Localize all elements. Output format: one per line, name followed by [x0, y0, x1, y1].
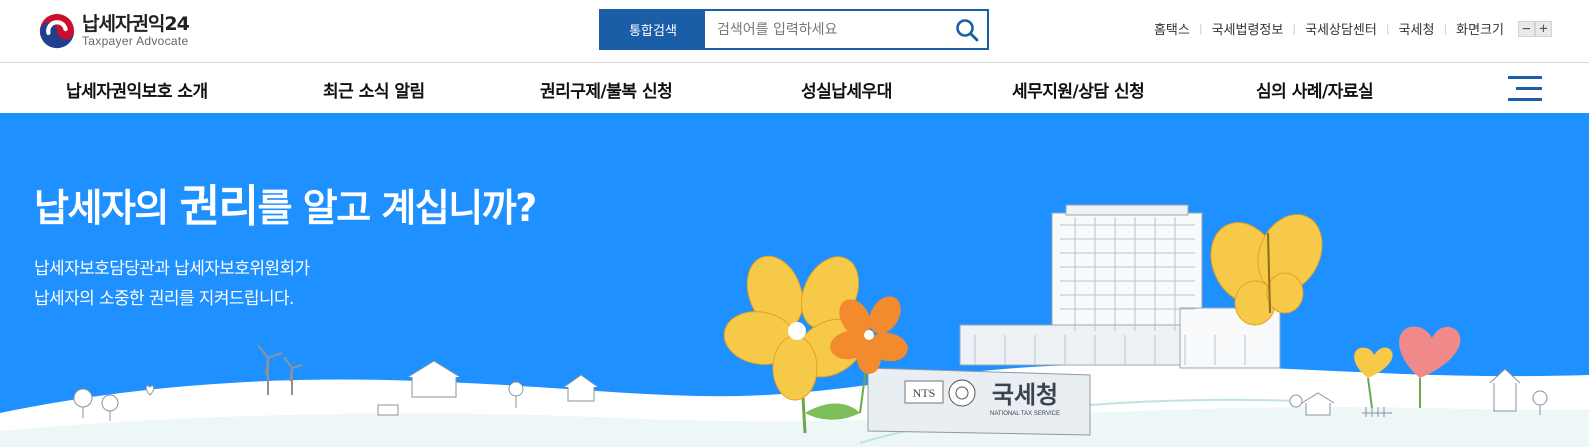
- divider: |: [1198, 22, 1203, 35]
- zoom-in-button[interactable]: +: [1535, 21, 1552, 37]
- screen-size-label: 화면크기: [1456, 23, 1504, 38]
- hero-banner: NTS 국세청 NATIONAL TAX SERVICE 납세자의 권리를 알고…: [0, 113, 1589, 447]
- divider: |: [1443, 22, 1448, 35]
- hero-title-emphasis: 권리: [179, 181, 259, 232]
- site-logo[interactable]: 납세자권익24 Taxpayer Advocate: [38, 10, 190, 52]
- svg-text:국세청: 국세청: [992, 381, 1058, 409]
- hero-desc-line-2: 납세자의 소중한 권리를 지켜드립니다.: [34, 289, 294, 309]
- search-input[interactable]: [705, 11, 947, 48]
- butterfly-icon: [1210, 214, 1323, 326]
- hero-description: 납세자보호담당관과 납세자보호위원회가 납세자의 소중한 권리를 지켜드립니다.: [34, 254, 310, 314]
- hero-desc-line-1: 납세자보호담당관과 납세자보호위원회가: [34, 259, 310, 279]
- integrated-search: 통합검색: [599, 9, 989, 50]
- nav-item-cases[interactable]: 심의 사례/자료실: [1256, 77, 1374, 102]
- top-header: 납세자권익24 Taxpayer Advocate 통합검색 홈택스 | 국세법…: [0, 0, 1589, 63]
- zoom-controls: − +: [1518, 21, 1552, 37]
- link-nts[interactable]: 국세청: [1399, 19, 1435, 38]
- hero-title-part: 납세자의: [34, 186, 180, 230]
- nav-item-support[interactable]: 세무지원/상담 신청: [1012, 77, 1145, 102]
- nts-sign-icon: NTS 국세청 NATIONAL TAX SERVICE: [867, 367, 1091, 436]
- link-counsel-center[interactable]: 국세상담센터: [1305, 19, 1377, 38]
- svg-text:NTS: NTS: [913, 386, 936, 400]
- zoom-out-button[interactable]: −: [1518, 21, 1535, 37]
- nav-item-preference[interactable]: 성실납세우대: [801, 77, 892, 102]
- search-category-label[interactable]: 통합검색: [601, 11, 705, 48]
- hero-title: 납세자의 권리를 알고 계십니까?: [34, 181, 538, 232]
- svg-text:NATIONAL TAX SERVICE: NATIONAL TAX SERVICE: [990, 411, 1060, 417]
- nav-item-news[interactable]: 최근 소식 알림: [323, 77, 425, 102]
- divider: |: [1292, 22, 1297, 35]
- logo-title: 납세자권익24: [82, 13, 190, 35]
- search-icon[interactable]: [947, 11, 987, 48]
- nav-item-remedy[interactable]: 권리구제/불복 신청: [540, 77, 673, 102]
- divider: |: [1385, 22, 1390, 35]
- main-nav: 납세자권익보호 소개 최근 소식 알림 권리구제/불복 신청 성실납세우대 세무…: [0, 63, 1589, 113]
- hero-title-part: 를 알고 계십니까?: [257, 186, 538, 230]
- link-law-info[interactable]: 국세법령정보: [1212, 19, 1284, 38]
- taegeuk-logo-icon: [39, 13, 75, 49]
- link-hometax[interactable]: 홈택스: [1154, 19, 1190, 38]
- logo-subtitle: Taxpayer Advocate: [82, 34, 189, 48]
- nav-item-intro[interactable]: 납세자권익보호 소개: [66, 77, 208, 102]
- utility-nav: 홈택스 | 국세법령정보 | 국세상담센터 | 국세청 | 화면크기: [1154, 19, 1504, 38]
- hamburger-menu-icon[interactable]: [1508, 73, 1542, 103]
